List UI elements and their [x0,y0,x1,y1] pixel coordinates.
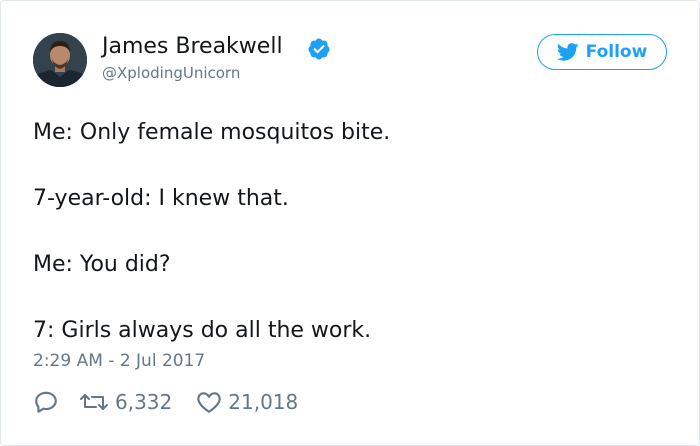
verified-badge-icon [308,38,330,60]
tweet-line: Me: Only female mosquitos bite. [33,120,391,145]
retweet-icon [80,394,108,410]
reply-button[interactable] [33,389,59,415]
heart-icon [197,392,222,413]
tweet-line: Me: You did? [33,252,171,277]
twitter-bird-icon [556,43,579,61]
retweet-count: 6,332 [115,390,173,414]
tweet-timestamp[interactable]: 2:29 AM - 2 Jul 2017 [33,351,205,371]
like-button[interactable]: 21,018 [196,390,298,414]
tweet-line: 7: Girls always do all the work. [33,318,372,343]
avatar-image [33,33,87,87]
tweet-line: 7-year-old: I knew that. [33,186,289,211]
tweet-text: Me: Only female mosquitos bite. 7-year-o… [33,116,673,347]
follow-button[interactable]: Follow [537,34,667,70]
tweet-card: James Breakwell @XplodingUnicorn Follow … [0,0,700,446]
tweet-actions: 6,332 21,018 [33,389,298,415]
retweet-button[interactable]: 6,332 [79,390,172,414]
display-name[interactable]: James Breakwell [102,34,283,59]
avatar[interactable] [33,33,87,87]
reply-icon [35,391,57,413]
like-count: 21,018 [228,390,299,414]
user-handle[interactable]: @XplodingUnicorn [102,64,240,82]
follow-label: Follow [585,42,648,62]
